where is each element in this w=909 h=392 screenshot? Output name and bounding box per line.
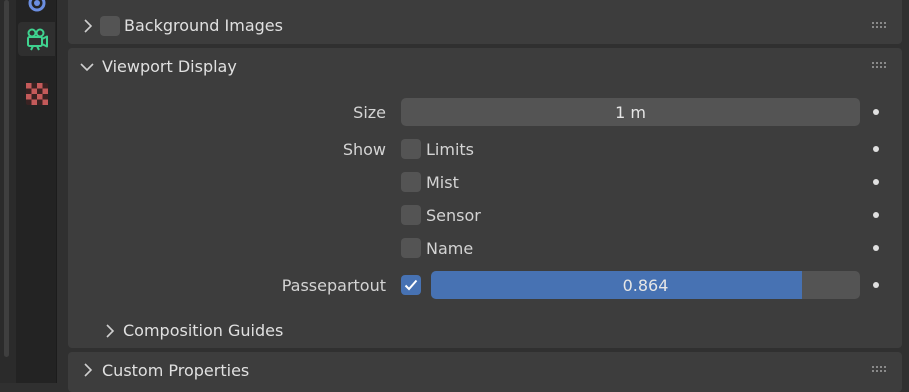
mist-checkbox[interactable] (401, 172, 421, 192)
drag-handle-icon[interactable] (872, 62, 888, 70)
custom-properties-panel: Custom Properties (68, 352, 902, 392)
panel-title-viewport-display: Viewport Display (102, 57, 237, 76)
tab-camera-data[interactable] (18, 22, 55, 56)
composition-guides-header[interactable]: Composition Guides (68, 316, 902, 346)
size-value: 1 m (615, 102, 646, 122)
camera-data-icon (26, 28, 48, 51)
limits-checkbox[interactable] (401, 139, 421, 159)
size-label: Size (353, 103, 386, 122)
mist-label: Mist (426, 173, 459, 192)
name-checkbox[interactable] (401, 238, 421, 258)
tab-object-constraints[interactable] (18, 0, 55, 20)
properties-editor: Background Images Viewport Display Size … (57, 0, 909, 392)
custom-properties-header[interactable]: Custom Properties (68, 352, 902, 390)
checkmark-icon (404, 279, 418, 291)
sensor-checkbox[interactable] (401, 205, 421, 225)
drag-handle-icon[interactable] (872, 366, 888, 374)
keyframe-dot-icon[interactable] (873, 146, 879, 152)
background-images-toggle[interactable] (100, 16, 120, 36)
passepartout-label: Passepartout (281, 276, 386, 295)
keyframe-dot-icon[interactable] (873, 282, 879, 288)
passepartout-slider-fill (431, 271, 802, 299)
show-label: Show (342, 140, 386, 159)
tab-texture[interactable] (18, 77, 55, 111)
drag-handle-icon[interactable] (872, 22, 888, 30)
chevron-right-icon (81, 363, 95, 377)
chevron-down-icon (80, 60, 94, 74)
left-scrollbar[interactable] (4, 0, 9, 357)
name-label: Name (426, 239, 474, 258)
limits-label: Limits (426, 140, 474, 159)
keyframe-dot-icon[interactable] (873, 109, 879, 115)
keyframe-dot-icon[interactable] (873, 245, 879, 251)
viewport-display-panel: Viewport Display Size 1 m Show Limits Mi… (68, 48, 902, 348)
passepartout-slider[interactable]: 0.864 (431, 271, 860, 299)
passepartout-checkbox[interactable] (401, 275, 421, 295)
keyframe-dot-icon[interactable] (873, 212, 879, 218)
chevron-right-icon (81, 19, 95, 33)
left-scrollbar-gutter (0, 0, 16, 383)
passepartout-value: 0.864 (622, 275, 669, 295)
panel-title-background-images: Background Images (124, 16, 283, 35)
background-images-panel: Background Images (68, 0, 902, 44)
viewport-display-header[interactable]: Viewport Display (68, 48, 902, 86)
chevron-right-icon (103, 324, 117, 338)
properties-tab-strip (16, 0, 57, 383)
texture-checker-icon (25, 83, 48, 105)
panel-title-composition-guides: Composition Guides (123, 321, 284, 340)
background-images-header[interactable]: Background Images (68, 7, 902, 45)
sensor-label: Sensor (426, 206, 481, 225)
size-field[interactable]: 1 m (401, 98, 860, 126)
object-constraint-icon (28, 0, 45, 12)
keyframe-dot-icon[interactable] (873, 179, 879, 185)
panel-title-custom-properties: Custom Properties (102, 361, 250, 380)
